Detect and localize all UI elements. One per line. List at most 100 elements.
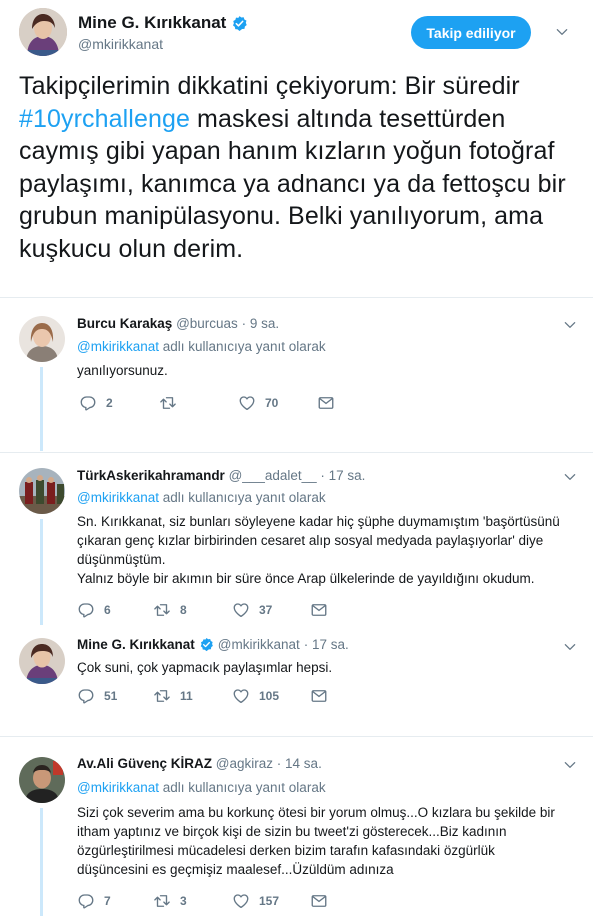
hashtag-link[interactable]: #10yrchallenge (19, 105, 190, 133)
tweet-actions: 7 3 157 (77, 892, 377, 910)
reply-author-name[interactable]: Av.Ali Güvenç KİRAZ (77, 756, 212, 771)
retweet-icon (153, 601, 171, 619)
replying-to-suffix: adlı kullanıcıya yanıt olarak (158, 780, 326, 795)
reply-count: 6 (104, 603, 111, 617)
reply-time[interactable]: · 17 sa. (320, 468, 365, 483)
reply-button[interactable]: 6 (77, 601, 111, 619)
retweet-button[interactable]: 11 (153, 687, 193, 705)
replying-to: @mkirikkanat adlı kullanıcıya yanıt olar… (77, 490, 326, 505)
mention-link[interactable]: @mkirikkanat (77, 780, 159, 795)
chevron-down-icon[interactable] (555, 25, 569, 39)
like-count: 105 (259, 689, 280, 703)
message-button[interactable] (310, 687, 328, 705)
reply-text: Sizi çok severim ama bu korkunç ötesi bi… (77, 805, 555, 877)
like-button[interactable]: 37 (232, 601, 272, 619)
message-icon (310, 687, 328, 705)
like-icon (232, 687, 250, 705)
reply-author-handle[interactable]: @mkirikkanat (218, 637, 300, 652)
reply-item: TürkAskerikahramandr @___adalet__ · 17 s… (0, 453, 593, 625)
reply-author-handle[interactable]: @agkiraz (216, 756, 273, 771)
following-button[interactable]: Takip ediliyor (411, 16, 531, 49)
reply-item: Mine G. Kırıkkanat @mkirikkanat · 17 sa.… (0, 625, 593, 727)
reply-text-paragraph: Sn. Kırıkkanat, siz bunları söyleyene ka… (77, 514, 560, 567)
reply-time[interactable]: · 14 sa. (277, 756, 322, 771)
message-icon (317, 394, 335, 412)
retweet-icon (159, 394, 177, 412)
like-button[interactable]: 70 (238, 394, 278, 412)
like-count: 157 (259, 894, 280, 908)
avatar[interactable] (19, 638, 65, 684)
chevron-down-icon[interactable] (563, 470, 577, 484)
reply-item: Av.Ali Güvenç KİRAZ @agkiraz · 14 sa. @m… (0, 737, 593, 916)
reply-count: 51 (104, 689, 118, 703)
message-button[interactable] (317, 394, 335, 412)
reply-button[interactable]: 2 (79, 394, 113, 412)
reply-count: 2 (106, 396, 113, 410)
message-icon (310, 601, 328, 619)
retweet-icon (153, 687, 171, 705)
reply-icon (79, 394, 97, 412)
reply-text: Sn. Kırıkkanat, siz bunları söyleyene ka… (77, 512, 567, 588)
reply-author-handle[interactable]: @___adalet__ (229, 468, 317, 483)
reply-author-handle[interactable]: @burcuas (176, 316, 238, 331)
like-icon (232, 601, 250, 619)
like-icon (232, 892, 250, 910)
mention-link[interactable]: @mkirikkanat (77, 339, 159, 354)
avatar[interactable] (19, 757, 65, 803)
thread-line (40, 519, 43, 625)
reply-icon (77, 687, 95, 705)
reply-header: Mine G. Kırıkkanat @mkirikkanat · 17 sa. (77, 637, 349, 652)
author-handle[interactable]: @mkirikkanat (78, 36, 163, 52)
reply-author-name[interactable]: Burcu Karakaş (77, 316, 172, 331)
verified-icon (199, 637, 214, 652)
chevron-down-icon[interactable] (563, 758, 577, 772)
avatar[interactable] (19, 8, 67, 56)
message-button[interactable] (310, 892, 328, 910)
like-count: 37 (259, 603, 273, 617)
reply-text-paragraph: Yalnız böyle bir akımın bir süre önce Ar… (77, 571, 535, 586)
message-icon (310, 892, 328, 910)
reply-author-name[interactable]: Mine G. Kırıkkanat (77, 637, 195, 652)
reply-icon (77, 892, 95, 910)
retweet-count: 8 (180, 603, 187, 617)
reply-header: TürkAskerikahramandr @___adalet__ · 17 s… (77, 468, 365, 483)
tweet-actions: 6 8 37 (77, 601, 377, 619)
retweet-icon (153, 892, 171, 910)
reply-header: Av.Ali Güvenç KİRAZ @agkiraz · 14 sa. (77, 756, 322, 771)
tweet-actions: 2 70 (77, 394, 377, 412)
replying-to-suffix: adlı kullanıcıya yanıt olarak (158, 339, 326, 354)
author-name[interactable]: Mine G. Kırıkkanat (78, 13, 248, 33)
reply-header: Burcu Karakaş @burcuas · 9 sa. (77, 316, 279, 331)
tweet-actions: 51 11 105 (77, 687, 377, 705)
reply-item: Burcu Karakaş @burcuas · 9 sa. @mkirikka… (0, 299, 593, 451)
chevron-down-icon[interactable] (563, 640, 577, 654)
mention-link[interactable]: @mkirikkanat (77, 490, 159, 505)
avatar[interactable] (19, 468, 65, 514)
like-button[interactable]: 105 (232, 687, 279, 705)
reply-button[interactable]: 7 (77, 892, 111, 910)
reply-count: 7 (104, 894, 111, 908)
retweet-button[interactable]: 8 (153, 601, 187, 619)
like-button[interactable]: 157 (232, 892, 279, 910)
retweet-button[interactable] (159, 394, 186, 412)
author-name-label: Mine G. Kırıkkanat (78, 13, 227, 32)
reply-time[interactable]: · 9 sa. (242, 316, 280, 331)
thread-line (40, 808, 43, 916)
replying-to: @mkirikkanat adlı kullanıcıya yanıt olar… (77, 780, 326, 795)
like-count: 70 (265, 396, 279, 410)
reply-time[interactable]: · 17 sa. (304, 637, 349, 652)
tweet-text-start: Takipçilerimin dikkatini çekiyorum: Bir … (19, 72, 520, 100)
replying-to-suffix: adlı kullanıcıya yanıt olarak (158, 490, 326, 505)
reply-button[interactable]: 51 (77, 687, 117, 705)
reply-author-name[interactable]: TürkAskerikahramandr (77, 468, 225, 483)
retweet-count: 11 (180, 689, 193, 703)
like-icon (238, 394, 256, 412)
verified-icon (231, 15, 248, 32)
reply-text: Çok suni, çok yapmacık paylaşımlar hepsi… (77, 660, 333, 675)
tweet-text: Takipçilerimin dikkatini çekiyorum: Bir … (19, 70, 579, 265)
chevron-down-icon[interactable] (563, 318, 577, 332)
message-button[interactable] (310, 601, 328, 619)
retweet-count: 3 (180, 894, 187, 908)
avatar[interactable] (19, 316, 65, 362)
retweet-button[interactable]: 3 (153, 892, 187, 910)
